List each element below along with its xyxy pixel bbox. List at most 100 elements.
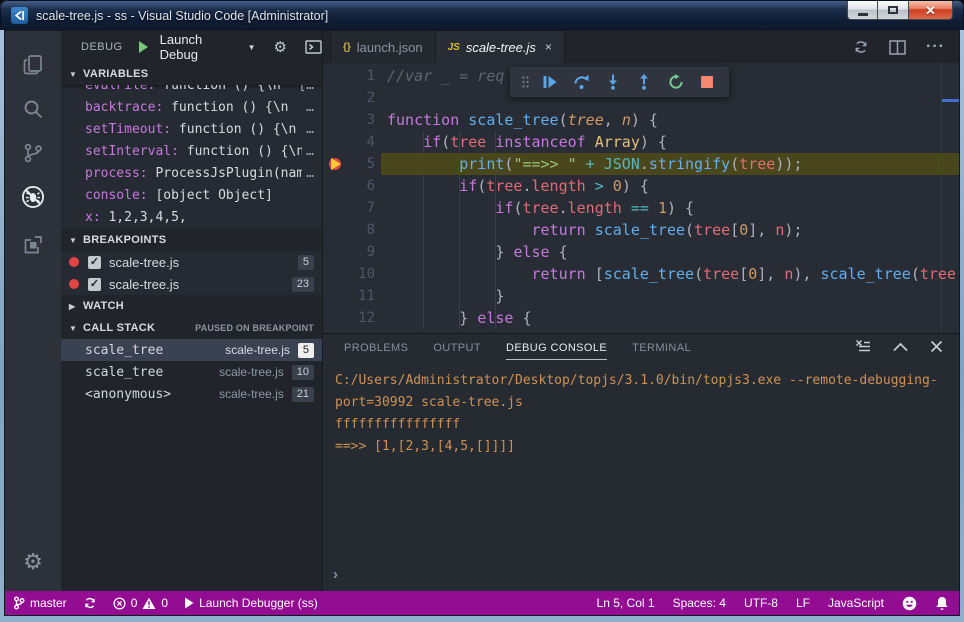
breakpoint-checkbox[interactable]: ✓ (88, 256, 101, 269)
variable-name: setTimeout: (85, 119, 179, 141)
breakpoint-gutter[interactable] (323, 131, 349, 153)
code-line[interactable]: 7 if(tree.length == 1) { (323, 197, 959, 219)
explorer-icon[interactable] (5, 45, 61, 85)
search-icon[interactable] (5, 89, 61, 129)
call-stack-frame[interactable]: <anonymous>scale-tree.js21 (61, 383, 322, 405)
variable-row[interactable]: evalFile: function () {\n[… (61, 85, 322, 97)
code-line[interactable]: 4 if(tree instanceof Array) { (323, 131, 959, 153)
js-file-icon: JS (448, 42, 460, 53)
code-line[interactable]: 9 } else { (323, 241, 959, 263)
breakpoint-checkbox[interactable]: ✓ (88, 278, 101, 291)
feedback-smiley-icon[interactable] (902, 596, 917, 611)
source-control-icon[interactable] (5, 133, 61, 173)
git-branch-indicator[interactable]: master (13, 596, 67, 610)
language-mode[interactable]: JavaScript (828, 596, 884, 610)
tab-scale-tree-js[interactable]: JS scale-tree.js × (436, 31, 565, 63)
toolbar-drag-handle[interactable] (521, 75, 530, 89)
code-line[interactable]: 5 print("==>> " + JSON.stringify(tree)); (323, 153, 959, 175)
step-over-icon[interactable] (571, 71, 593, 93)
code-text: } (387, 285, 504, 307)
breakpoint-gutter[interactable] (323, 197, 349, 219)
tab-launch-json[interactable]: {} launch.json (330, 31, 436, 63)
split-editor-icon[interactable] (889, 40, 906, 55)
variables-section-header[interactable]: ▼ VARIABLES (61, 63, 322, 85)
indentation-setting[interactable]: Spaces: 4 (673, 596, 726, 610)
console-input-prompt[interactable]: › (333, 566, 338, 583)
panel-tab-terminal[interactable]: TERMINAL (632, 336, 691, 360)
breakpoint-gutter[interactable] (323, 241, 349, 263)
configure-gear-icon[interactable]: ⚙ (274, 38, 287, 56)
variable-row[interactable]: setTimeout: function () {\n… (61, 119, 322, 141)
code-editor[interactable]: 1//var _ = req23function scale_tree(tree… (323, 63, 959, 333)
debug-icon[interactable] (5, 177, 61, 217)
code-line[interactable]: 12 } else { (323, 307, 959, 329)
editor-tab-bar: {} launch.json JS scale-tree.js × (323, 31, 959, 63)
continue-icon[interactable] (539, 71, 561, 93)
launch-debugger-button[interactable]: Launch Debugger (ss) (184, 596, 318, 610)
debug-configuration-dropdown[interactable]: Launch Debug (160, 32, 242, 62)
code-line[interactable]: 6 if(tree.length > 0) { (323, 175, 959, 197)
call-stack-frame[interactable]: scale_treescale-tree.js10 (61, 361, 322, 383)
panel-tab-output[interactable]: OUTPUT (433, 336, 481, 360)
eol-setting[interactable]: LF (796, 596, 810, 610)
close-panel-icon[interactable] (930, 340, 943, 353)
variable-row[interactable]: backtrace: function () {\n… (61, 97, 322, 119)
watch-section-header[interactable]: ▶ WATCH (61, 295, 322, 317)
variable-row[interactable]: x: 1,2,3,4,5, (61, 207, 322, 229)
variable-row[interactable]: console: [object Object] (61, 185, 322, 207)
clear-console-icon[interactable] (855, 339, 871, 354)
scrollbar-track[interactable] (941, 63, 942, 333)
code-line[interactable]: 10 return [scale_tree(tree[0], n), scale… (323, 263, 959, 285)
chevron-down-icon[interactable]: ▼ (248, 43, 256, 52)
breakpoint-gutter[interactable] (323, 285, 349, 307)
cursor-position[interactable]: Ln 5, Col 1 (597, 596, 655, 610)
open-debug-console-icon[interactable] (305, 40, 322, 54)
panel-tab-problems[interactable]: PROBLEMS (344, 336, 408, 360)
breakpoint-row[interactable]: ✓scale-tree.js5 (61, 251, 322, 273)
settings-gear-icon[interactable]: ⚙ (5, 549, 61, 575)
sync-indicator[interactable] (83, 596, 97, 610)
code-line[interactable]: 11 } (323, 285, 959, 307)
close-tab-icon[interactable]: × (545, 40, 552, 54)
collapse-arrow-icon: ▼ (69, 236, 83, 245)
notifications-bell-icon[interactable] (935, 596, 949, 611)
minimize-button[interactable] (847, 1, 878, 20)
code-line[interactable]: 8 return scale_tree(tree[0], n); (323, 219, 959, 241)
breakpoint-gutter[interactable] (323, 175, 349, 197)
maximize-panel-icon[interactable] (893, 342, 908, 352)
code-line[interactable]: 3function scale_tree(tree, n) { (323, 109, 959, 131)
restart-icon[interactable] (665, 71, 687, 93)
breakpoints-section-header[interactable]: ▼ BREAKPOINTS (61, 229, 322, 251)
breakpoint-line-badge: 23 (292, 277, 314, 292)
breakpoint-row[interactable]: ✓scale-tree.js23 (61, 273, 322, 295)
code-text: print("==>> " + JSON.stringify(tree)); (387, 153, 802, 175)
call-stack-frame[interactable]: scale_treescale-tree.js5 (61, 339, 322, 361)
breakpoint-gutter[interactable] (323, 109, 349, 131)
breakpoint-gutter[interactable] (323, 153, 349, 175)
panel-tab-debug-console[interactable]: DEBUG CONSOLE (506, 336, 607, 360)
breakpoint-gutter[interactable] (323, 307, 349, 329)
variable-row[interactable]: process: ProcessJsPlugin(name… (61, 163, 322, 185)
line-number: 7 (349, 197, 375, 219)
maximize-button[interactable] (878, 1, 908, 20)
breakpoint-gutter[interactable] (323, 65, 349, 87)
step-into-icon[interactable] (602, 71, 624, 93)
variable-row[interactable]: setInterval: function () {\n… (61, 141, 322, 163)
breakpoint-gutter[interactable] (323, 219, 349, 241)
extensions-icon[interactable] (5, 225, 61, 265)
stop-icon[interactable] (696, 71, 718, 93)
close-button[interactable]: ✕ (908, 1, 953, 20)
more-actions-icon[interactable]: ··· (926, 38, 945, 56)
variable-name: process: (85, 163, 155, 185)
breakpoint-gutter[interactable] (323, 263, 349, 285)
start-debug-icon[interactable] (139, 41, 148, 53)
encoding-setting[interactable]: UTF-8 (744, 596, 778, 610)
variable-name: console: (85, 185, 155, 207)
debug-console-output[interactable]: C:/Users/Administrator/Desktop/topjs/3.1… (323, 362, 959, 591)
problems-indicator[interactable]: 0 0 (113, 596, 168, 610)
step-out-icon[interactable] (633, 71, 655, 93)
breakpoint-gutter[interactable] (323, 87, 349, 109)
call-stack-section-header[interactable]: ▼ CALL STACK PAUSED ON BREAKPOINT (61, 317, 322, 339)
frame-function: scale_tree (85, 343, 225, 358)
refresh-icon[interactable] (853, 39, 869, 55)
